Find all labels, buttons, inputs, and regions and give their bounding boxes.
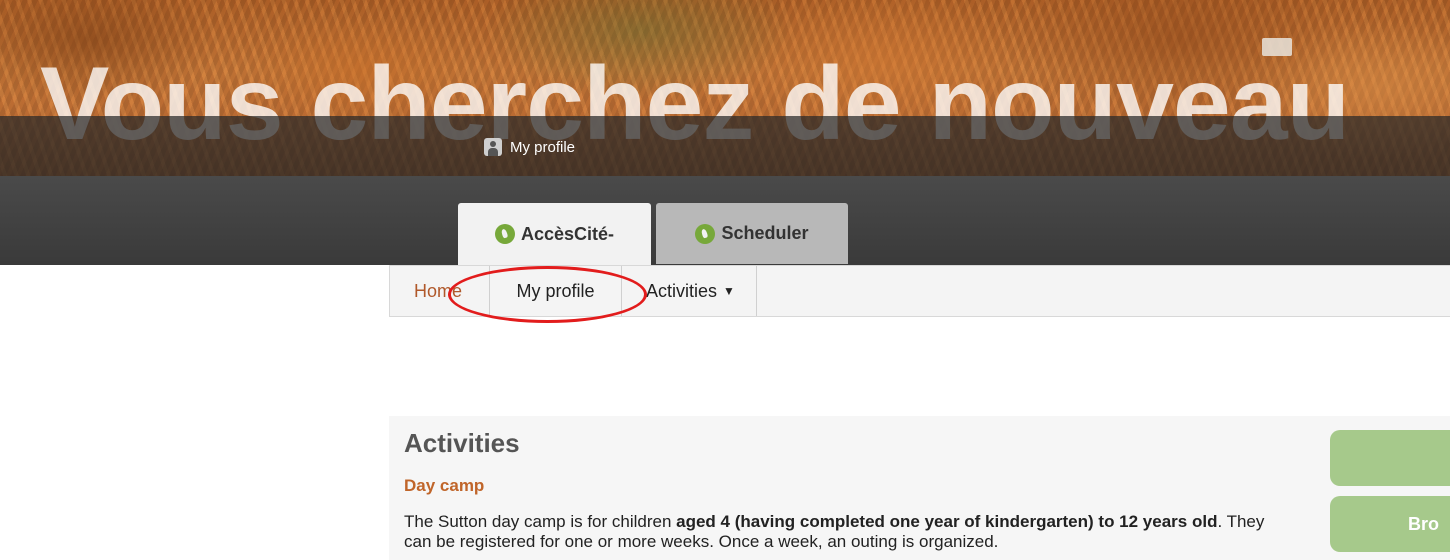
nav-home[interactable]: Home	[390, 266, 490, 316]
tab-scheduler[interactable]: Scheduler	[656, 203, 848, 264]
top-profile-link[interactable]: My profile	[484, 135, 575, 159]
day-camp-description: The Sutton day camp is for children aged…	[404, 512, 1284, 552]
section-title-day-camp: Day camp	[404, 476, 485, 495]
tab-accescite[interactable]: AccèsCité-	[458, 203, 651, 265]
nav-my-profile[interactable]: My profile	[490, 266, 622, 316]
activities-panel: Activities Day camp The Sutton day camp …	[389, 416, 1450, 560]
user-icon	[484, 138, 502, 156]
secondary-nav: Home My profile Activities ▼	[389, 265, 1450, 317]
description-text-start: The Sutton day camp is for children	[404, 512, 677, 531]
tab-accescite-label: AccèsCité-	[520, 223, 615, 244]
nav-activities-label: Activities	[646, 280, 718, 301]
header-banner: Vous cherchez de nouveau	[0, 0, 1450, 176]
description-age-range: aged 4 (having completed one year of kin…	[676, 512, 1218, 531]
nav-activities-dropdown[interactable]: Activities ▼	[622, 266, 757, 316]
caret-down-icon: ▼	[723, 284, 735, 298]
tab-scheduler-label: Scheduler	[721, 223, 809, 243]
top-profile-label: My profile	[510, 138, 576, 156]
side-action-button-browse[interactable]: Bro	[1330, 496, 1450, 552]
leaf-icon	[494, 224, 515, 244]
page-title: Activities	[404, 428, 520, 458]
banner-shade	[0, 116, 1450, 176]
leaf-icon	[695, 223, 716, 244]
app-root: Vous cherchez de nouveau My profile Accè…	[0, 0, 1450, 560]
side-action-button-top[interactable]	[1330, 430, 1450, 486]
